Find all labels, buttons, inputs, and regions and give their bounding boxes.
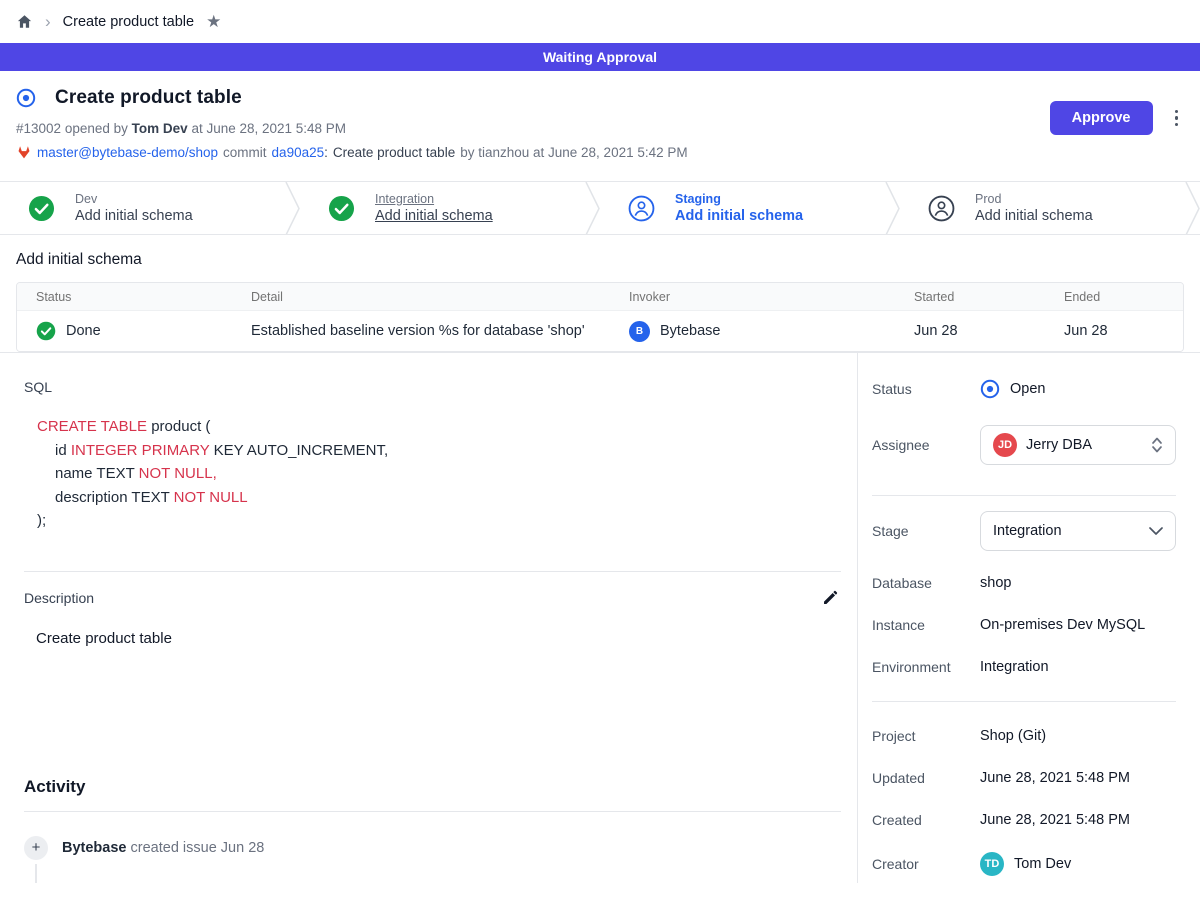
sidebar-project-row: Project Shop (Git) xyxy=(872,728,1176,744)
creator-avatar: TD xyxy=(980,852,1004,876)
sidebar-environment-row: Environment Integration xyxy=(872,659,1176,675)
task-section-title: Add initial schema xyxy=(16,251,1184,269)
project-value: Shop (Git) xyxy=(980,728,1176,744)
activity-item: + Bytebase created issue Jun 28 xyxy=(24,836,841,884)
invoker-avatar: B xyxy=(629,321,650,342)
commit-message: Create product table xyxy=(333,145,455,160)
sidebar-stage-row: Stage Integration xyxy=(872,511,1176,551)
issue-author: Tom Dev xyxy=(132,121,188,136)
activity-actor: Bytebase xyxy=(62,840,126,856)
divider xyxy=(872,495,1176,496)
task-table: Status Detail Invoker Started Ended Done… xyxy=(16,282,1184,352)
created-value: June 28, 2021 5:48 PM xyxy=(980,812,1176,828)
commit-line: master@bytebase-demo/shop commit da90a25… xyxy=(16,144,1184,160)
status-open-icon xyxy=(980,379,1000,399)
chevron-down-icon xyxy=(1149,527,1163,535)
stage-separator-icon xyxy=(1185,182,1200,235)
sidebar-creator-row: Creator TD Tom Dev xyxy=(872,852,1176,876)
stage-done-icon xyxy=(328,195,355,222)
stage-integration[interactable]: IntegrationAdd initial schema xyxy=(300,182,585,234)
task-done-icon xyxy=(36,321,56,341)
assignee-avatar: JD xyxy=(993,433,1017,457)
task-status: Done xyxy=(66,323,101,339)
task-section: Add initial schema Status Detail Invoker… xyxy=(0,235,1200,352)
branch-repo-link[interactable]: master@bytebase-demo/shop xyxy=(37,145,218,160)
commit-byline: by tianzhou at June 28, 2021 5:42 PM xyxy=(460,145,687,160)
sql-label: SQL xyxy=(24,379,841,395)
stage-pending-person-icon xyxy=(928,195,955,222)
stage-staging[interactable]: StagingAdd initial schema xyxy=(600,182,885,234)
pipeline-stage-bar: DevAdd initial schema IntegrationAdd ini… xyxy=(0,181,1200,235)
issue-main-panel: SQL CREATE TABLE product ( id INTEGER PR… xyxy=(0,353,858,883)
page-title: Create product table xyxy=(55,87,242,109)
sidebar-database-row: Database shop xyxy=(872,575,1176,591)
divider xyxy=(872,701,1176,702)
more-actions-icon[interactable] xyxy=(1169,106,1185,131)
breadcrumb-chevron-icon: › xyxy=(45,13,51,30)
issue-opened-at: at June 28, 2021 5:48 PM xyxy=(191,121,346,136)
stage-separator-icon xyxy=(285,182,300,235)
timeline-connector xyxy=(35,864,37,884)
task-table-header: Status Detail Invoker Started Ended xyxy=(17,283,1183,311)
sidebar-created-row: Created June 28, 2021 5:48 PM xyxy=(872,812,1176,828)
sidebar-assignee-row: Assignee JD Jerry DBA xyxy=(872,425,1176,465)
sidebar-status-row: Status Open xyxy=(872,379,1176,399)
assignee-value: Jerry DBA xyxy=(1026,437,1092,453)
description-label: Description xyxy=(24,590,94,606)
favorite-star-icon[interactable]: ★ xyxy=(206,13,221,30)
sql-statement: CREATE TABLE product ( id INTEGER PRIMAR… xyxy=(37,415,841,533)
stage-value: Integration xyxy=(993,523,1062,539)
stage-separator-icon xyxy=(585,182,600,235)
sidebar-updated-row: Updated June 28, 2021 5:48 PM xyxy=(872,770,1176,786)
status-banner-text: Waiting Approval xyxy=(543,49,657,65)
approve-button[interactable]: Approve xyxy=(1050,101,1153,135)
assignee-select[interactable]: JD Jerry DBA xyxy=(980,425,1176,465)
issue-meta: #13002 opened by Tom Dev at June 28, 202… xyxy=(16,121,1184,136)
stage-prod[interactable]: ProdAdd initial schema xyxy=(900,182,1185,234)
status-banner: Waiting Approval xyxy=(0,43,1200,71)
creator-value: Tom Dev xyxy=(1014,856,1071,872)
gitlab-icon xyxy=(16,144,32,160)
stepper-icon xyxy=(1151,436,1163,454)
issue-id: #13002 xyxy=(16,121,61,136)
stage-done-icon xyxy=(28,195,55,222)
task-invoker: Bytebase xyxy=(660,323,720,339)
sidebar-instance-row: Instance On-premises Dev MySQL xyxy=(872,617,1176,633)
issue-sidebar: Status Open Assignee JD Jerry DBA Stage … xyxy=(858,353,1200,883)
divider xyxy=(24,571,841,572)
divider xyxy=(24,811,841,812)
task-table-row[interactable]: Done Established baseline version %s for… xyxy=(17,311,1183,351)
activity-title: Activity xyxy=(24,777,841,797)
description-body: Create product table xyxy=(36,630,841,647)
environment-value: Integration xyxy=(980,659,1176,675)
breadcrumb-page-title: Create product table xyxy=(63,14,194,30)
commit-hash-link[interactable]: da90a25 xyxy=(272,145,325,160)
stage-pending-person-icon xyxy=(628,195,655,222)
status-value: Open xyxy=(1010,381,1045,397)
issue-header: Create product table Approve #13002 open… xyxy=(0,71,1200,181)
stage-separator-icon xyxy=(885,182,900,235)
activity-add-icon: + xyxy=(24,836,48,860)
task-started: Jun 28 xyxy=(914,323,1064,339)
activity-action: created issue Jun 28 xyxy=(131,840,265,856)
stage-dev[interactable]: DevAdd initial schema xyxy=(0,182,285,234)
home-icon[interactable] xyxy=(16,13,33,30)
edit-description-icon[interactable] xyxy=(821,588,841,608)
updated-value: June 28, 2021 5:48 PM xyxy=(980,770,1176,786)
instance-value: On-premises Dev MySQL xyxy=(980,617,1176,633)
task-ended: Jun 28 xyxy=(1064,323,1183,339)
breadcrumb: › Create product table ★ xyxy=(0,0,1200,43)
database-value: shop xyxy=(980,575,1176,591)
task-detail: Established baseline version %s for data… xyxy=(251,323,629,339)
issue-open-icon xyxy=(16,88,36,108)
stage-select[interactable]: Integration xyxy=(980,511,1176,551)
